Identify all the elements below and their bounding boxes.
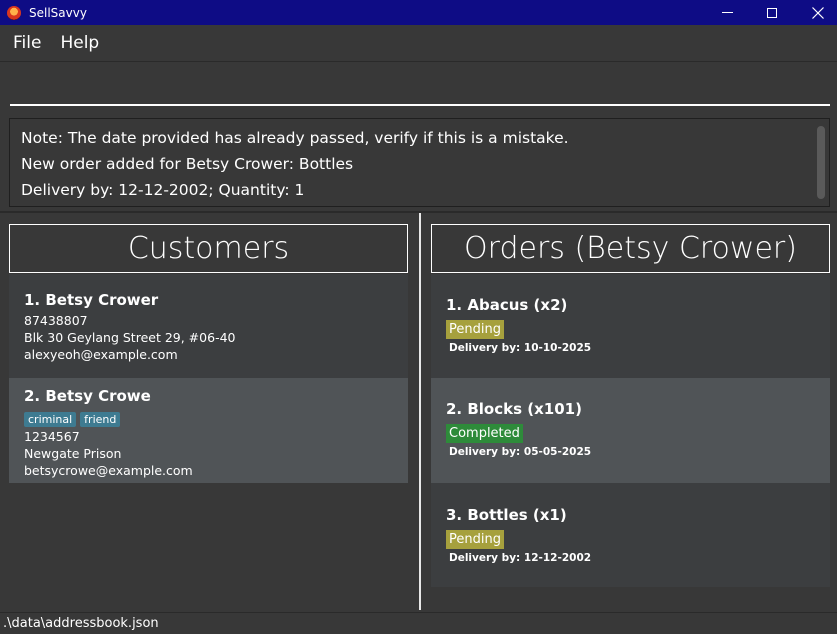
customer-tag: criminal [24,412,77,427]
menu-bar: File Help [0,25,837,62]
status-bar: .\data\addressbook.json [0,612,837,634]
result-line: Note: The date provided has already pass… [21,129,569,147]
title-bar: SellSavvy [0,0,837,25]
result-line: New order added for Betsy Crower: Bottle… [21,155,354,173]
order-status-badge: Pending [446,320,504,339]
customer-name: 2. Betsy Crowe [24,387,151,405]
order-delivery-date: Delivery by: 12-12-2002 [449,552,592,564]
menu-file[interactable]: File [13,33,41,53]
order-status-badge: Completed [446,424,523,443]
menu-help[interactable]: Help [60,33,99,53]
order-name: 1. Abacus (x2) [446,296,568,314]
app-logo-icon [7,5,21,20]
result-scrollbar[interactable] [817,126,825,199]
customer-phone: 87438807 [24,313,88,328]
minimize-icon [721,12,733,13]
order-card[interactable]: 3. Bottles (x1) Pending Delivery by: 12-… [431,483,830,587]
customer-email: betsycrowe@example.com [24,463,193,478]
order-name: 3. Bottles (x1) [446,506,567,524]
order-delivery-date: Delivery by: 10-10-2025 [449,342,592,354]
command-box [10,66,830,106]
data-file-path: .\data\addressbook.json [3,616,159,631]
vertical-split-divider[interactable] [419,213,421,610]
window-title: SellSavvy [29,5,87,20]
customer-card[interactable]: 1. Betsy Crower 87438807 Blk 30 Geylang … [9,274,408,378]
maximize-button[interactable] [749,0,795,25]
customer-email: alexyeoh@example.com [24,347,178,362]
order-name: 2. Blocks (x101) [446,400,582,418]
close-button[interactable] [795,0,837,25]
close-icon [812,6,824,19]
minimize-button[interactable] [704,0,750,25]
customer-address: Blk 30 Geylang Street 29, #06-40 [24,330,236,345]
order-card[interactable]: 2. Blocks (x101) Completed Delivery by: … [431,378,830,483]
order-delivery-date: Delivery by: 05-05-2025 [449,446,592,458]
order-status-badge: Pending [446,530,504,549]
customer-tag: friend [80,412,121,427]
command-input[interactable] [10,66,830,104]
customer-card-selected[interactable]: 2. Betsy Crowe criminal friend 1234567 Ne… [9,378,408,483]
orders-header: Orders (Betsy Crower) [431,224,830,273]
result-line: Delivery by: 12-12-2002; Quantity: 1 [21,181,305,199]
maximize-icon [767,7,777,18]
order-card[interactable]: 1. Abacus (x2) Pending Delivery by: 10-1… [431,274,830,378]
result-display: Note: The date provided has already pass… [9,118,830,207]
customer-name: 1. Betsy Crower [24,291,159,309]
customer-phone: 1234567 [24,429,80,444]
customers-header: Customers [9,224,408,273]
customer-address: Newgate Prison [24,446,122,461]
